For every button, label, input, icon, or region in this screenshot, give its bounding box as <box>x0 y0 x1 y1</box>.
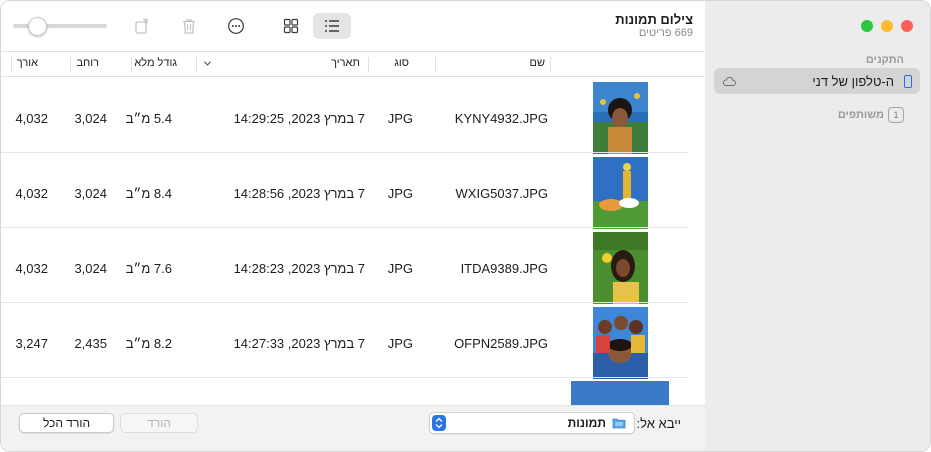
column-separator <box>368 57 369 72</box>
file-name: ITDA9389.JPG <box>460 261 548 276</box>
file-date: 7 במרץ 2023, 14:27:33 <box>233 336 365 351</box>
photo-thumbnail <box>593 232 648 304</box>
image-height: 4,032 <box>15 111 48 126</box>
rotate-icon <box>135 18 148 34</box>
file-size: 8.4 מ״ב <box>125 186 172 201</box>
image-width: 3,024 <box>74 186 107 201</box>
photo-thumbnail <box>593 307 648 379</box>
shared-heading: משותפים <box>837 109 884 121</box>
select-stepper <box>432 415 446 431</box>
chevron-up-down-icon <box>435 417 443 429</box>
import-destination-value: תמונות <box>567 416 606 430</box>
file-date: 7 במרץ 2023, 14:28:56 <box>233 186 365 201</box>
folder-icon <box>612 418 626 429</box>
table-row[interactable]: OFPN2589.JPG JPG 7 במרץ 2023, 14:27:33 8… <box>1 303 705 379</box>
close-button[interactable] <box>901 20 913 32</box>
list-view-icon <box>325 20 339 32</box>
column-width-header[interactable]: רוחב <box>76 57 99 69</box>
item-count: 669 פריטים <box>638 27 693 39</box>
toolbar: צילום תמונות 669 פריטים <box>1 1 705 51</box>
image-height: 3,247 <box>15 336 48 351</box>
window-title: צילום תמונות <box>615 12 693 27</box>
iphone-icon <box>904 74 912 88</box>
delete-button[interactable] <box>175 13 203 39</box>
column-separator <box>435 57 436 72</box>
sort-chevron-icon[interactable] <box>204 61 211 66</box>
photo-thumbnail <box>571 381 669 405</box>
device-name-label: ה-טלפון של דני <box>812 73 894 89</box>
table-row[interactable]: KYNY4932.JPG JPG 7 במרץ 2023, 14:29:25 5… <box>1 78 705 154</box>
photo-thumbnail <box>593 157 648 229</box>
image-width: 3,024 <box>74 261 107 276</box>
table-row[interactable]: WXIG5037.JPG JPG 7 במרץ 2023, 14:28:56 8… <box>1 153 705 229</box>
import-destination-select[interactable]: תמונות <box>429 412 635 434</box>
column-separator <box>70 57 71 72</box>
image-width: 2,435 <box>74 336 107 351</box>
slider-track <box>13 24 107 28</box>
column-name-header[interactable]: שם <box>530 57 546 69</box>
file-name: KYNY4932.JPG <box>454 111 548 126</box>
more-icon <box>228 18 244 34</box>
more-button[interactable] <box>222 13 250 39</box>
column-kind-header[interactable]: סוג <box>394 57 409 69</box>
photo-list: KYNY4932.JPG JPG 7 במרץ 2023, 14:29:25 5… <box>1 78 705 405</box>
file-size: 7.6 מ״ב <box>125 261 172 276</box>
grid-view-icon <box>283 18 299 34</box>
column-separator <box>196 57 197 72</box>
window-controls <box>861 20 913 32</box>
download-all-button[interactable]: הורד הכל <box>19 413 114 433</box>
minimize-button[interactable] <box>881 20 893 32</box>
photo-thumbnail <box>593 82 648 154</box>
table-row[interactable] <box>1 378 705 405</box>
file-kind: JPG <box>387 336 413 351</box>
import-to-label: ייבא אל: <box>636 416 681 431</box>
rotate-button[interactable] <box>128 13 156 39</box>
cloud-icon <box>722 76 736 86</box>
file-kind: JPG <box>387 111 413 126</box>
column-size-header[interactable]: גודל מלא <box>134 57 177 69</box>
file-size: 5.4 מ״ב <box>125 111 172 126</box>
devices-heading: התקנים <box>865 54 904 66</box>
column-separator <box>131 57 132 72</box>
column-separator <box>11 57 12 72</box>
file-date: 7 במרץ 2023, 14:28:23 <box>233 261 365 276</box>
sidebar: התקנים ה-טלפון של דני משותפים 1 <box>704 1 930 451</box>
sidebar-item-device[interactable]: ה-טלפון של דני <box>714 68 920 94</box>
column-height-header[interactable]: אורך <box>17 57 38 69</box>
zoom-button[interactable] <box>861 20 873 32</box>
footer-bar: הורד הכל הורד תמונות ייבא אל: <box>1 405 705 451</box>
file-name: OFPN2589.JPG <box>454 336 548 351</box>
list-view-button[interactable] <box>313 13 351 39</box>
main-area: צילום תמונות 669 פריטים שם סוג תאריך גוד… <box>1 1 705 451</box>
trash-icon <box>183 19 195 34</box>
grid-view-button[interactable] <box>277 13 305 39</box>
column-date-header[interactable]: תאריך <box>331 57 360 69</box>
shared-section[interactable]: משותפים 1 <box>714 103 920 127</box>
file-kind: JPG <box>387 186 413 201</box>
image-capture-window: התקנים ה-טלפון של דני משותפים 1 צילום תמ… <box>0 0 931 452</box>
file-date: 7 במרץ 2023, 14:29:25 <box>233 111 365 126</box>
file-size: 8.2 מ״ב <box>125 336 172 351</box>
file-name: WXIG5037.JPG <box>455 186 548 201</box>
slider-knob[interactable] <box>28 17 48 36</box>
column-separator <box>550 57 551 72</box>
shared-count-badge: 1 <box>888 107 904 123</box>
image-height: 4,032 <box>15 261 48 276</box>
thumbnail-size-slider[interactable] <box>13 17 107 36</box>
image-height: 4,032 <box>15 186 48 201</box>
table-header: שם סוג תאריך גודל מלא רוחב אורך <box>1 51 705 77</box>
image-width: 3,024 <box>74 111 107 126</box>
table-row[interactable]: ITDA9389.JPG JPG 7 במרץ 2023, 14:28:23 7… <box>1 228 705 304</box>
download-button[interactable]: הורד <box>120 413 198 433</box>
file-kind: JPG <box>387 261 413 276</box>
